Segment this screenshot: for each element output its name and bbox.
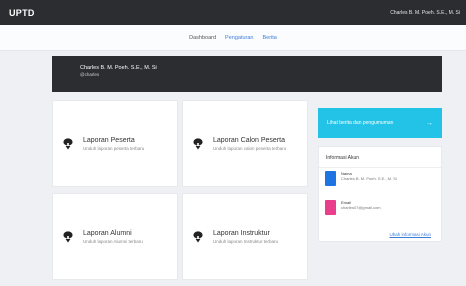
arrow-right-icon: → [426,119,433,127]
name-color-badge [325,171,336,186]
email-color-badge [325,200,336,215]
main-nav: Dashboard Pengaturan Berita [0,25,466,51]
name-value: Charles B. M. Poeh. S.E., M. Si [341,176,397,181]
account-email-row: Email charles07@gmail.com [325,200,381,215]
profile-name: Charles B. M. Poeh. S.E., M. Si [80,65,157,71]
brand-logo[interactable]: UPTD [9,8,35,18]
banner-label: Lihat berita dan pengumuman [327,120,394,126]
download-cloud-icon [63,137,73,149]
user-menu[interactable]: Charles B. M. Poeh. S.E., M. Si [390,10,460,16]
card-title: Laporan Calon Peserta [213,136,285,144]
report-card-alumni[interactable]: Laporan Alumni Unduh laporan Alumni terb… [52,193,178,280]
profile-header: Charles B. M. Poeh. S.E., M. Si @charles [52,56,442,92]
profile-username: @charles [80,72,100,77]
edit-account-link[interactable]: Ubah informasi Akun [389,232,431,237]
account-name-row: Nama Charles B. M. Poeh. S.E., M. Si [325,171,397,186]
news-banner-button[interactable]: Lihat berita dan pengumuman → [318,108,442,138]
account-info-title: Informasi Akun [319,147,441,168]
top-bar: UPTD Charles B. M. Poeh. S.E., M. Si [0,0,466,25]
account-info-panel: Informasi Akun Nama Charles B. M. Poeh. … [318,146,442,242]
card-title: Laporan Instruktur [213,229,270,237]
report-card-instruktur[interactable]: Laporan Instruktur Unduh laporan Instruk… [182,193,308,280]
report-card-peserta[interactable]: Laporan Peserta Unduh laporan peserta te… [52,100,178,187]
card-subtitle: Unduh laporan peserta terbaru [83,145,145,151]
card-subtitle: Unduh laporan Alumni terbaru [83,238,143,244]
email-value: charles07@gmail.com [341,205,381,210]
nav-pengaturan[interactable]: Pengaturan [225,35,253,41]
card-title: Laporan Alumni [83,229,132,237]
nav-berita[interactable]: Berita [263,35,277,41]
nav-dashboard[interactable]: Dashboard [189,35,216,41]
card-title: Laporan Peserta [83,136,135,144]
card-subtitle: Unduh laporan Instruktur terbaru [213,238,279,244]
download-cloud-icon [63,230,73,242]
download-cloud-icon [193,230,203,242]
download-cloud-icon [193,137,203,149]
report-card-calon-peserta[interactable]: Laporan Calon Peserta Unduh laporan calo… [182,100,308,187]
card-subtitle: Unduh laporan calon peserta terbaru [213,145,287,151]
